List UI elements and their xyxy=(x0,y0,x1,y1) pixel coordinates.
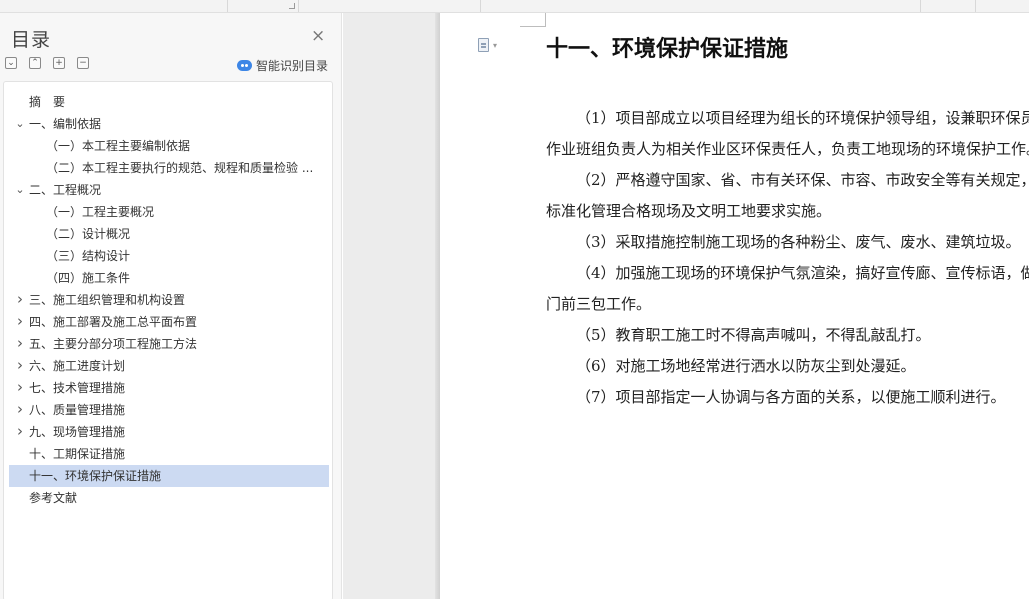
toc-item-label: 七、技术管理措施 xyxy=(29,381,126,395)
chevron-right-icon[interactable]: › xyxy=(14,377,26,397)
toolbar-separator xyxy=(480,0,481,12)
paragraph-line: （6）对施工场地经常进行洒水以防灰尘到处漫延。 xyxy=(576,357,916,375)
document-margin xyxy=(343,13,438,599)
toolbar-separator xyxy=(975,0,976,12)
toc-item-label: （四）施工条件 xyxy=(46,271,131,285)
chevron-down-icon[interactable]: ⌄ xyxy=(14,179,26,201)
paragraph-line: （5）教育职工施工时不得高声喊叫，不得乱敲乱打。 xyxy=(576,326,931,344)
chevron-down-icon: ▾ xyxy=(493,41,498,50)
toc-item-label: 六、施工进度计划 xyxy=(29,359,126,373)
paragraph-line: （2）严格遵守国家、省、市有关环保、市容、市政安全等有关规定，按 xyxy=(576,171,1029,189)
toc-item-label: （一）工程主要概况 xyxy=(46,205,155,219)
paragraph-line: 门前三包工作。 xyxy=(546,295,652,313)
toolbar-separator xyxy=(298,0,299,12)
toc-item-label: 五、主要分部分项工程施工方法 xyxy=(29,337,198,351)
toc-item[interactable]: 十一、环境保护保证措施 xyxy=(9,465,329,487)
promote-level-icon[interactable]: + xyxy=(53,57,65,69)
chevron-right-icon[interactable]: › xyxy=(14,333,26,353)
toc-item-label: （三）结构设计 xyxy=(46,249,131,263)
toc-item[interactable]: （一）本工程主要编制依据 xyxy=(9,135,329,157)
paragraph-menu-icon[interactable]: ▾ xyxy=(478,38,500,54)
chevron-right-icon[interactable]: › xyxy=(14,399,26,419)
toc-item-label: （二）本工程主要执行的规范、规程和质量检验 ... xyxy=(46,161,314,175)
smart-toc-label: 智能识别目录 xyxy=(256,58,329,73)
collapse-all-icon[interactable]: ⌃ xyxy=(29,57,41,69)
toc-panel: 目录 × ⌄ ⌃ + − 智能识别目录 摘 要 ⌄ 一、编制依据 （一）本工程主要编制… xyxy=(0,13,342,599)
toc-panel-title: 目录 xyxy=(11,29,52,51)
toc-item[interactable]: 十、工期保证措施 xyxy=(9,443,329,465)
resize-corner-icon xyxy=(289,3,295,9)
demote-level-icon[interactable]: − xyxy=(77,57,89,69)
toc-item[interactable]: › 六、施工进度计划 xyxy=(9,355,329,377)
toc-item-label: 一、编制依据 xyxy=(29,117,102,131)
toc-item[interactable]: （二）本工程主要执行的规范、规程和质量检验 ... xyxy=(9,157,329,179)
paragraph-line: （3）采取措施控制施工现场的各种粉尘、废气、废水、建筑垃圾。 xyxy=(576,233,1021,251)
document-page[interactable]: ▾ 十一、环境保护保证措施 （1）项目部成立以项目经理为组长的环境保护领导组，设… xyxy=(440,13,1029,599)
smart-toc-button[interactable]: 智能识别目录 xyxy=(237,57,328,73)
toc-item-label: 四、施工部署及施工总平面布置 xyxy=(29,315,198,329)
toc-item[interactable]: ⌄ 一、编制依据 xyxy=(9,113,329,135)
paragraph-line: （7）项目部指定一人协调与各方面的关系，以便施工顺利进行。 xyxy=(576,388,1006,406)
robot-icon xyxy=(237,59,252,71)
toc-item[interactable]: › 四、施工部署及施工总平面布置 xyxy=(9,311,329,333)
chevron-right-icon[interactable]: › xyxy=(14,289,26,309)
toc-item[interactable]: › 八、质量管理措施 xyxy=(9,399,329,421)
document-icon xyxy=(478,38,489,52)
chevron-right-icon[interactable]: › xyxy=(14,311,26,331)
paragraph-line: 作业班组负责人为相关作业区环保责任人，负责工地现场的环境保护工作。 xyxy=(546,140,1029,158)
paragraph-line: （1）项目部成立以项目经理为组长的环境保护领导组，设兼职环保员， xyxy=(576,109,1029,127)
toc-item[interactable]: （一）工程主要概况 xyxy=(9,201,329,223)
toc-item[interactable]: 摘 要 xyxy=(9,91,329,113)
close-icon[interactable]: × xyxy=(311,27,325,45)
top-toolbar-strip xyxy=(0,0,1029,13)
toc-item-label: 十一、环境保护保证措施 xyxy=(29,469,162,483)
toc-item[interactable]: › 七、技术管理措施 xyxy=(9,377,329,399)
toc-item-label: 十、工期保证措施 xyxy=(29,447,126,461)
toc-item[interactable]: （三）结构设计 xyxy=(9,245,329,267)
chevron-down-icon[interactable]: ⌄ xyxy=(14,113,26,135)
chevron-right-icon[interactable]: › xyxy=(14,421,26,441)
section-heading: 十一、环境保护保证措施 xyxy=(546,36,789,62)
toc-item[interactable]: （四）施工条件 xyxy=(9,267,329,289)
toc-item[interactable]: ⌄ 二、工程概况 xyxy=(9,179,329,201)
toolbar-separator xyxy=(227,0,228,12)
toc-item-label: 二、工程概况 xyxy=(29,183,102,197)
toc-item[interactable]: › 三、施工组织管理和机构设置 xyxy=(9,289,329,311)
toc-item[interactable]: 参考文献 xyxy=(9,487,329,509)
paragraph-line: 标准化管理合格现场及文明工地要求实施。 xyxy=(546,202,832,220)
paragraph-line: （4）加强施工现场的环境保护气氛渲染，搞好宣传廊、宣传标语，做好 xyxy=(576,264,1029,282)
toc-item-label: 摘 要 xyxy=(29,95,66,109)
toc-item-label: 参考文献 xyxy=(29,491,78,505)
toc-item-label: 三、施工组织管理和机构设置 xyxy=(29,293,186,307)
crop-mark xyxy=(520,13,546,27)
toolbar-separator xyxy=(920,0,921,12)
toc-item[interactable]: › 九、现场管理措施 xyxy=(9,421,329,443)
toc-item-label: 九、现场管理措施 xyxy=(29,425,126,439)
toc-list: 摘 要 ⌄ 一、编制依据 （一）本工程主要编制依据 （二）本工程主要执行的规范、规程和质… xyxy=(3,81,333,599)
chevron-right-icon[interactable]: › xyxy=(14,355,26,375)
expand-all-icon[interactable]: ⌄ xyxy=(5,57,17,69)
toc-item-label: （一）本工程主要编制依据 xyxy=(46,139,191,153)
toc-item[interactable]: › 五、主要分部分项工程施工方法 xyxy=(9,333,329,355)
toc-item[interactable]: （二）设计概况 xyxy=(9,223,329,245)
toc-item-label: 八、质量管理措施 xyxy=(29,403,126,417)
toc-item-label: （二）设计概况 xyxy=(46,227,131,241)
